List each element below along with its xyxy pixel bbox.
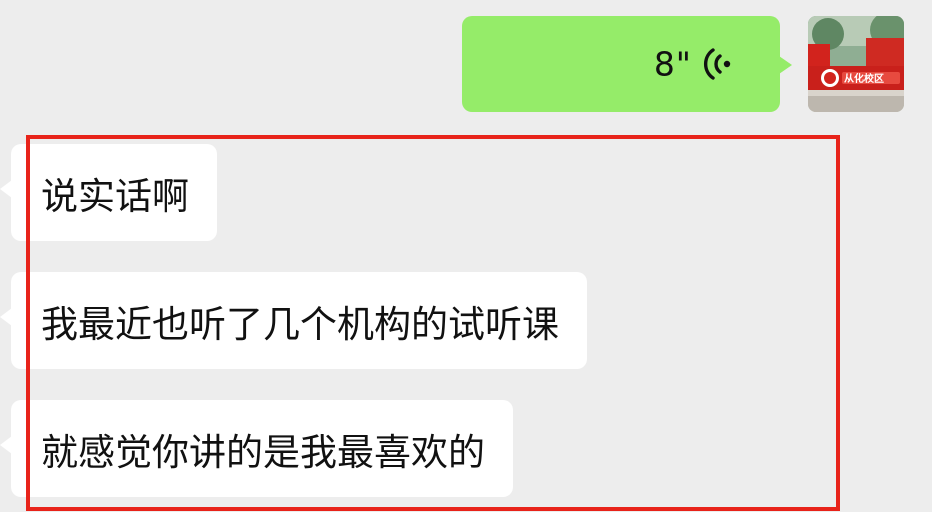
- voice-message-bubble[interactable]: 8": [462, 16, 792, 112]
- svg-text:从化校区: 从化校区: [844, 72, 884, 85]
- voice-wave-icon: [703, 48, 731, 80]
- voice-duration: 8": [653, 44, 692, 84]
- incoming-message-bubble[interactable]: 就感觉你讲的是我最喜欢的: [0, 400, 513, 497]
- avatar[interactable]: 从化校区: [808, 16, 904, 112]
- incoming-message-bubble[interactable]: 说实话啊: [0, 144, 217, 241]
- message-text: 我最近也听了几个机构的试听课: [41, 302, 559, 346]
- avatar-photo: 从化校区: [808, 16, 904, 112]
- message-text: 就感觉你讲的是我最喜欢的: [41, 430, 485, 474]
- message-text: 说实话啊: [41, 174, 189, 218]
- incoming-message-bubble[interactable]: 我最近也听了几个机构的试听课: [0, 272, 587, 369]
